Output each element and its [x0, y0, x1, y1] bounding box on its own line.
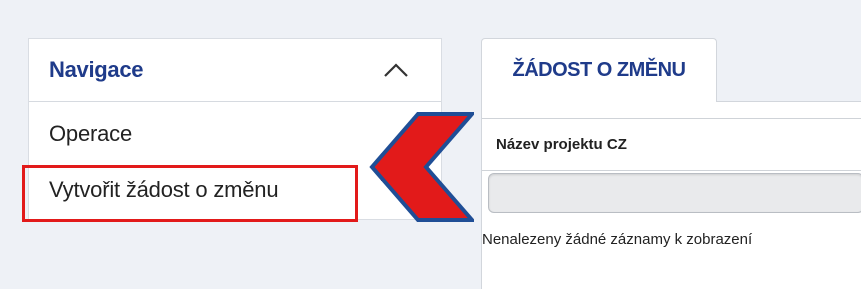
- column-header-label: Název projektu CZ: [496, 136, 627, 153]
- navigation-header[interactable]: Navigace: [29, 39, 441, 102]
- tab-zadost-o-zmenu[interactable]: ŽÁDOST O ZMĚNU: [481, 38, 717, 102]
- content-panel: Název projektu CZ Nenalezeny žádné zázna…: [481, 101, 861, 289]
- filter-input[interactable]: [488, 173, 861, 213]
- column-header-nazev-projektu[interactable]: Název projektu CZ: [482, 118, 861, 171]
- chevron-up-icon[interactable]: [383, 57, 409, 83]
- screen: Navigace Operace Vytvořit žádost o změnu…: [0, 0, 861, 289]
- highlight-frame: [22, 165, 358, 222]
- tab-label: ŽÁDOST O ZMĚNU: [512, 59, 687, 81]
- navigation-title: Navigace: [49, 57, 144, 82]
- empty-message: Nenalezeny žádné záznamy k zobrazení: [482, 231, 753, 248]
- nav-item-operace[interactable]: Operace: [49, 121, 132, 147]
- pointer-arrow-icon: [369, 112, 474, 222]
